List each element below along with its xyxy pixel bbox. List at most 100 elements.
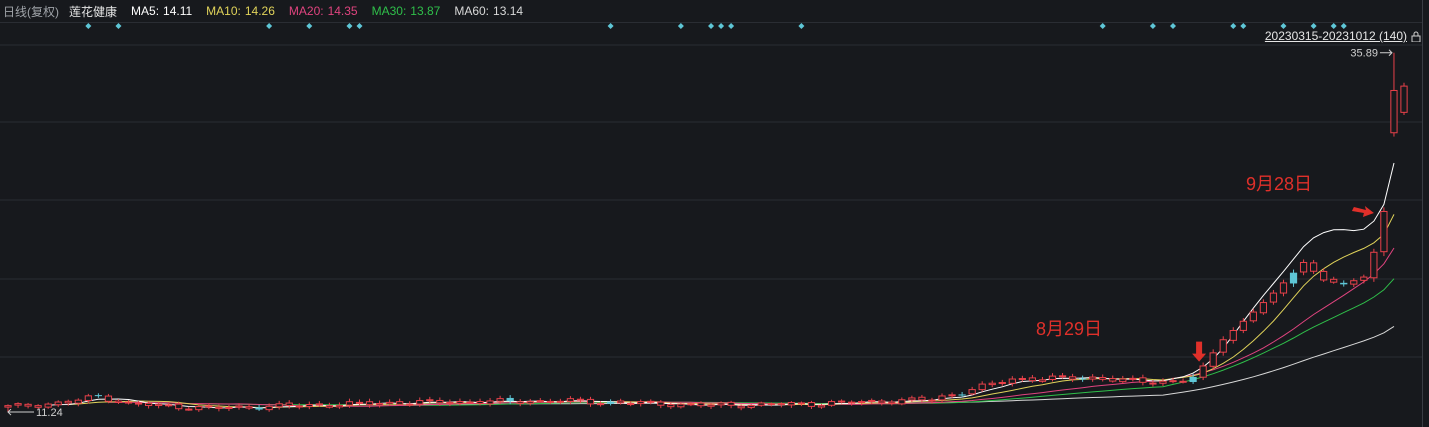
candle-body (436, 399, 444, 404)
candle (325, 402, 333, 409)
candle (1219, 336, 1227, 356)
candle (335, 402, 344, 409)
candle (1119, 375, 1127, 384)
candle-body (1109, 378, 1117, 382)
ma60-line (409, 325, 1395, 405)
candle (888, 400, 896, 406)
event-marker (798, 23, 805, 29)
candle-body (124, 401, 133, 404)
candle-body (687, 403, 695, 406)
candle-body (1219, 339, 1227, 353)
candle-body (295, 405, 303, 408)
candle-body (918, 396, 926, 401)
candle (275, 400, 283, 410)
candle-body (627, 403, 635, 406)
candle (657, 400, 665, 409)
candle-body (1068, 376, 1077, 380)
candle (827, 399, 836, 407)
candle-body (1320, 270, 1328, 281)
candle-body (998, 382, 1006, 385)
candle-body (1380, 210, 1388, 253)
candle-body (968, 389, 976, 395)
candle-body (325, 405, 333, 408)
candle-body (1229, 330, 1237, 341)
candle-body (456, 400, 464, 404)
max-price-label: 35.89 (1350, 48, 1378, 60)
candle-body (215, 406, 223, 409)
candle-body (235, 405, 243, 408)
candle-body (1089, 376, 1097, 380)
event-marker (607, 23, 614, 29)
candle-body (1350, 280, 1358, 285)
candle (1129, 375, 1137, 382)
candle-body (938, 395, 946, 401)
candle-body (697, 402, 705, 407)
candle-body (225, 407, 233, 410)
event-marker (346, 23, 353, 29)
event-marker (1099, 23, 1106, 29)
candle (225, 404, 233, 412)
candle-body (908, 397, 916, 401)
candle (375, 400, 384, 408)
candle-body (677, 403, 685, 408)
candle-body (175, 403, 183, 410)
candle (526, 398, 534, 406)
candle-body (446, 401, 454, 404)
candle (797, 401, 806, 407)
candle-body (114, 400, 123, 404)
annotation-arrow-aug29 (1192, 341, 1207, 362)
candle-body (767, 403, 775, 406)
candle-body (386, 401, 394, 405)
event-marker (1280, 23, 1287, 29)
candle-body (375, 403, 384, 406)
candle (24, 402, 32, 409)
candle (1330, 276, 1338, 284)
candle-body (647, 400, 655, 403)
candle (94, 393, 103, 398)
candle-body (1249, 311, 1257, 322)
candle-body (245, 406, 253, 409)
candle-body (727, 401, 735, 406)
candle (1269, 289, 1278, 305)
event-marker (85, 23, 92, 29)
candle-body (396, 401, 404, 405)
candle-body (486, 400, 494, 405)
candle (968, 386, 976, 396)
event-marker (1149, 23, 1156, 29)
candle-body (848, 401, 856, 404)
candle-body (1058, 375, 1067, 378)
candle (1360, 274, 1368, 284)
candle-body (787, 402, 795, 406)
candle (727, 400, 735, 409)
candle-body (556, 400, 564, 403)
candle (1370, 248, 1378, 282)
candle-body (1370, 251, 1378, 279)
candle (74, 398, 82, 407)
candle-body (1299, 261, 1308, 273)
annotation-arrow-sep28 (1351, 206, 1374, 217)
candle (586, 396, 595, 407)
candle (807, 400, 816, 410)
candle (295, 403, 303, 410)
candle (606, 399, 615, 406)
event-marker (1170, 23, 1177, 29)
candle-body (144, 402, 153, 407)
candle-body (737, 405, 745, 409)
max-price-arrow (1379, 49, 1393, 57)
candlestick-chart[interactable]: 35.89 11.24 8月29日 9月28日 (0, 0, 1429, 427)
candle (14, 402, 22, 408)
candle (84, 393, 92, 404)
candle-body (1279, 282, 1288, 294)
candle-body (506, 397, 514, 402)
candle-body (14, 403, 22, 406)
candle-body (335, 404, 344, 408)
candle (185, 406, 193, 411)
candle-body (1189, 376, 1197, 383)
candle (978, 381, 986, 392)
candle-body (104, 395, 113, 402)
candle (305, 401, 313, 410)
candle-body (757, 402, 765, 406)
candle (1209, 349, 1217, 370)
candle (938, 393, 946, 403)
candle-body (345, 401, 354, 406)
